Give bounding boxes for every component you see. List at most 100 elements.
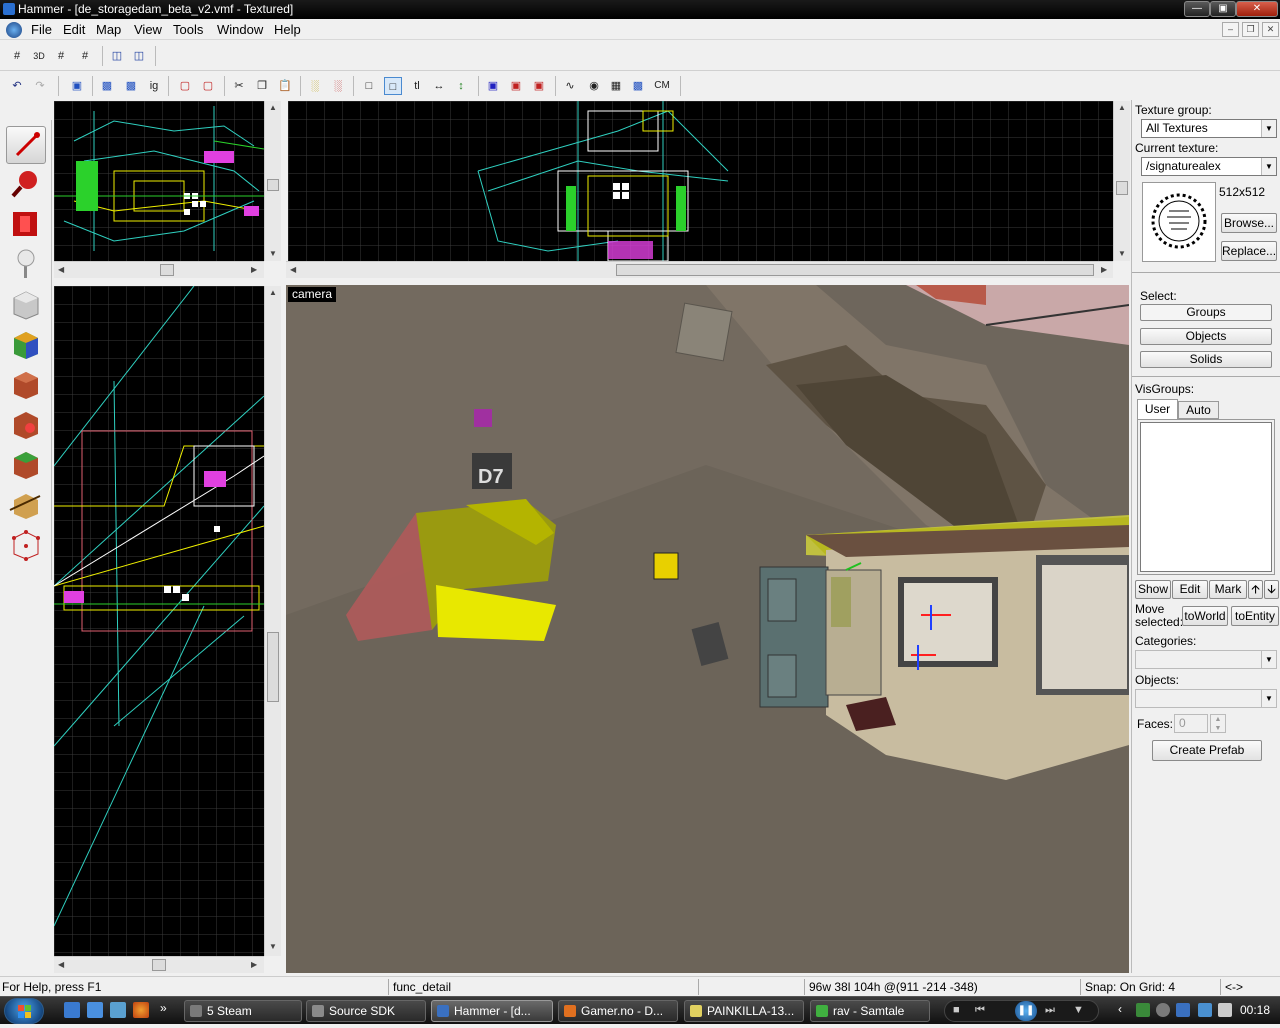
minimize-button[interactable]: — bbox=[1184, 1, 1210, 17]
current-texture-select[interactable]: /signaturealex ▼ bbox=[1141, 157, 1277, 176]
carve-icon[interactable]: ▣ bbox=[68, 77, 86, 95]
tray-network-icon[interactable] bbox=[1136, 1003, 1150, 1017]
block-tool-icon[interactable] bbox=[6, 286, 46, 324]
categories-select[interactable]: ▼ bbox=[1135, 650, 1277, 669]
document-icon[interactable] bbox=[6, 22, 22, 38]
to-world-button[interactable]: toWorld bbox=[1182, 606, 1228, 626]
switch-windows-icon[interactable] bbox=[87, 1002, 103, 1018]
tie-to-entity-icon[interactable]: ▢ bbox=[199, 77, 217, 95]
hollow-icon[interactable]: ▢ bbox=[176, 77, 194, 95]
camera-tool-icon[interactable] bbox=[6, 206, 46, 244]
show-desktop-icon[interactable] bbox=[64, 1002, 80, 1018]
radius-culling-icon[interactable]: ◉ bbox=[585, 77, 603, 95]
flip-horizontal-icon[interactable]: ↔ bbox=[430, 77, 448, 95]
top-2d-viewport[interactable] bbox=[54, 101, 264, 261]
media-pause-icon[interactable]: ❚❚ bbox=[1015, 1001, 1037, 1021]
camera-3d-viewport[interactable]: D7 camera bbox=[286, 285, 1129, 973]
task-gamer[interactable]: Gamer.no - D... bbox=[558, 1000, 678, 1022]
entity-report-icon[interactable]: ▣ bbox=[484, 77, 502, 95]
clipping-tool-icon[interactable] bbox=[6, 486, 46, 524]
side-viewport-hscrollbar[interactable]: ◀ ▶ bbox=[54, 956, 264, 973]
menu-map[interactable]: Map bbox=[96, 22, 121, 37]
toggle-texlock-icon[interactable]: tl bbox=[408, 77, 426, 95]
ungroup-icon[interactable]: ◫ bbox=[130, 47, 148, 65]
media-prev-icon[interactable]: ⏮ bbox=[975, 1004, 985, 1017]
check-problems-icon[interactable]: ▣ bbox=[507, 77, 525, 95]
magnify-tool-icon[interactable] bbox=[6, 166, 46, 204]
firefox-icon[interactable] bbox=[133, 1002, 149, 1018]
tab-user[interactable]: User bbox=[1137, 399, 1178, 419]
media-volume-icon[interactable]: ▼ bbox=[1073, 1004, 1084, 1016]
grid-larger-icon[interactable]: # bbox=[76, 47, 94, 65]
start-button[interactable] bbox=[4, 998, 44, 1024]
close-button[interactable]: ✕ bbox=[1236, 1, 1278, 17]
front-viewport-hscrollbar[interactable]: ◀ ▶ bbox=[286, 261, 1113, 278]
cordon-icon[interactable]: CM bbox=[651, 77, 673, 95]
create-prefab-button[interactable]: Create Prefab bbox=[1152, 740, 1262, 761]
task-source-sdk[interactable]: Source SDK bbox=[306, 1000, 426, 1022]
selection-tool-icon[interactable] bbox=[6, 126, 46, 164]
texture-scale-lock-icon[interactable]: ░ bbox=[329, 77, 347, 95]
overlay-tool-icon[interactable] bbox=[6, 446, 46, 484]
hide-unselected-icon[interactable]: ▩ bbox=[122, 77, 140, 95]
maximize-button[interactable]: ▣ bbox=[1210, 1, 1236, 17]
mdi-close-button[interactable]: ✕ bbox=[1262, 22, 1279, 37]
quicklaunch-chevron-icon[interactable]: » bbox=[160, 1001, 167, 1015]
top-viewport-hscrollbar[interactable]: ◀ ▶ bbox=[54, 261, 264, 278]
texture-group-select[interactable]: All Textures ▼ bbox=[1141, 119, 1277, 138]
mdi-restore-button[interactable]: ❐ bbox=[1242, 22, 1259, 37]
visgroups-show-button[interactable]: Show bbox=[1135, 580, 1171, 599]
select-groups-button[interactable]: Groups bbox=[1140, 304, 1272, 321]
grid-icon[interactable]: # bbox=[8, 47, 26, 65]
menu-window[interactable]: Window bbox=[217, 22, 263, 37]
decal-tool-icon[interactable] bbox=[6, 406, 46, 444]
side-2d-viewport[interactable] bbox=[54, 286, 264, 956]
paste-icon[interactable]: 📋 bbox=[276, 77, 294, 95]
move-up-icon[interactable]: 🡩 bbox=[1248, 580, 1263, 599]
task-samtale[interactable]: rav - Samtale bbox=[810, 1000, 930, 1022]
media-next-icon[interactable]: ⏭ bbox=[1045, 1004, 1055, 1017]
select-solids-button[interactable]: Solids bbox=[1140, 351, 1272, 368]
menu-edit[interactable]: Edit bbox=[63, 22, 85, 37]
flip-vertical-icon[interactable]: ↕ bbox=[452, 77, 470, 95]
map-info-icon[interactable]: ▣ bbox=[530, 77, 548, 95]
browse-button[interactable]: Browse... bbox=[1221, 213, 1277, 233]
side-viewport-vscrollbar[interactable]: ▲ ▼ bbox=[264, 286, 281, 956]
grid-smaller-icon[interactable]: # bbox=[52, 47, 70, 65]
menu-help[interactable]: Help bbox=[274, 22, 301, 37]
faces-spinner[interactable]: ▲ ▼ bbox=[1210, 714, 1226, 733]
menu-file[interactable]: File bbox=[31, 22, 52, 37]
visgroups-mark-button[interactable]: Mark bbox=[1209, 580, 1247, 599]
tray-display-icon[interactable] bbox=[1198, 1003, 1212, 1017]
objects-select[interactable]: ▼ bbox=[1135, 689, 1277, 708]
tray-steam-icon[interactable] bbox=[1156, 1003, 1170, 1017]
select-bounds-icon[interactable]: □ bbox=[360, 77, 378, 95]
replace-button[interactable]: Replace... bbox=[1221, 241, 1277, 261]
visgroups-edit-button[interactable]: Edit bbox=[1172, 580, 1208, 599]
entity-tool-icon[interactable] bbox=[6, 246, 46, 284]
tray-chevron-icon[interactable]: ‹ bbox=[1118, 1002, 1122, 1016]
explorer-icon[interactable] bbox=[110, 1002, 126, 1018]
group-icon[interactable]: ◫ bbox=[108, 47, 126, 65]
vertex-tool-icon[interactable] bbox=[6, 526, 46, 564]
show-helpers-icon[interactable]: ∿ bbox=[561, 77, 579, 95]
task-hammer[interactable]: Hammer - [d... bbox=[431, 1000, 553, 1022]
ignore-groups-icon[interactable]: ig bbox=[145, 77, 163, 95]
top-viewport-vscrollbar[interactable]: ▲ ▼ bbox=[264, 101, 281, 261]
3d-grid-toggle-icon[interactable]: ▩ bbox=[629, 77, 647, 95]
task-painkilla[interactable]: PAINKILLA-13... bbox=[684, 1000, 804, 1022]
select-by-handles-icon[interactable]: □ bbox=[384, 77, 402, 95]
to-entity-button[interactable]: toEntity bbox=[1231, 606, 1279, 626]
menu-view[interactable]: View bbox=[134, 22, 162, 37]
hide-selected-icon[interactable]: ▩ bbox=[98, 77, 116, 95]
texture-preview[interactable] bbox=[1142, 182, 1216, 262]
visgroups-list[interactable] bbox=[1140, 422, 1272, 572]
tab-auto[interactable]: Auto bbox=[1178, 401, 1219, 419]
task-steam[interactable]: 5 Steam bbox=[184, 1000, 302, 1022]
undo-icon[interactable]: ↶ bbox=[8, 77, 26, 95]
models-in-2d-icon[interactable]: ▦ bbox=[607, 77, 625, 95]
front-2d-viewport[interactable] bbox=[288, 101, 1113, 261]
menu-tools[interactable]: Tools bbox=[173, 22, 203, 37]
texture-lock-icon[interactable]: ░ bbox=[306, 77, 324, 95]
tray-volume-icon[interactable] bbox=[1218, 1003, 1232, 1017]
